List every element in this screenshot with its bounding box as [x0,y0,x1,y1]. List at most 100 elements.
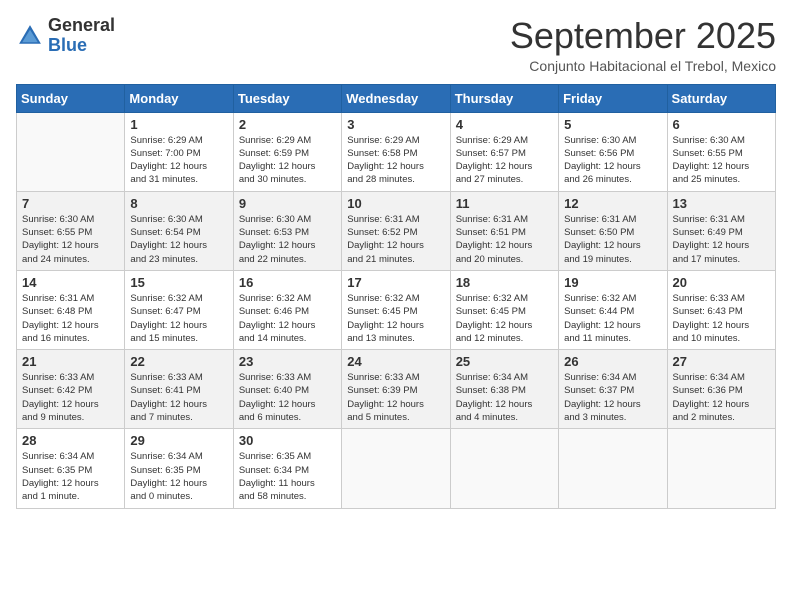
calendar-cell: 10 Sunrise: 6:31 AM Sunset: 6:52 PM Dayli… [342,191,450,270]
calendar-cell: 16Sunrise: 6:32 AM Sunset: 6:46 PM Dayli… [233,270,341,349]
day-number: 18 [456,275,553,290]
day-number: 5 [564,117,661,132]
calendar-cell: 30Sunrise: 6:35 AM Sunset: 6:34 PM Dayli… [233,429,341,508]
col-sunday: Sunday [17,84,125,112]
day-number: 28 [22,433,119,448]
day-number: 23 [239,354,336,369]
day-info: Sunrise: 6:32 AM Sunset: 6:44 PM Dayligh… [564,292,661,345]
day-number: 4 [456,117,553,132]
calendar-cell: 7 Sunrise: 6:30 AM Sunset: 6:55 PM Daylig… [17,191,125,270]
calendar-cell: 14 Sunrise: 6:31 AM Sunset: 6:48 PM Dayli… [17,270,125,349]
calendar-cell: 29 Sunrise: 6:34 AM Sunset: 6:35 PM Dayli… [125,429,233,508]
logo-icon [16,22,44,50]
day-number: 14 [22,275,119,290]
col-monday: Monday [125,84,233,112]
col-thursday: Thursday [450,84,558,112]
day-info: Sunrise: 6:30 AM Sunset: 6:55 PM Dayligh… [22,213,119,266]
calendar-cell: 12 Sunrise: 6:31 AM Sunset: 6:50 PM Dayli… [559,191,667,270]
calendar-cell: 21Sunrise: 6:33 AM Sunset: 6:42 PM Dayli… [17,350,125,429]
day-number: 8 [130,196,227,211]
day-number: 2 [239,117,336,132]
calendar-table: Sunday Monday Tuesday Wednesday Thursday… [16,84,776,509]
day-info: Sunrise: 6:34 AM Sunset: 6:38 PM Dayligh… [456,371,553,424]
day-info: Sunrise: 6:31 AM Sunset: 6:52 PM Dayligh… [347,213,444,266]
calendar-cell: 24 Sunrise: 6:33 AM Sunset: 6:39 PM Dayli… [342,350,450,429]
calendar-week-row: 14 Sunrise: 6:31 AM Sunset: 6:48 PM Dayli… [17,270,776,349]
day-info: Sunrise: 6:32 AM Sunset: 6:47 PM Dayligh… [130,292,227,345]
day-info: Sunrise: 6:33 AM Sunset: 6:42 PM Dayligh… [22,371,119,424]
calendar-week-row: 21Sunrise: 6:33 AM Sunset: 6:42 PM Dayli… [17,350,776,429]
day-number: 9 [239,196,336,211]
calendar-cell: 27 Sunrise: 6:34 AM Sunset: 6:36 PM Dayli… [667,350,775,429]
calendar-cell: 17Sunrise: 6:32 AM Sunset: 6:45 PM Dayli… [342,270,450,349]
calendar-cell: 18 Sunrise: 6:32 AM Sunset: 6:45 PM Dayli… [450,270,558,349]
calendar-cell: 15Sunrise: 6:32 AM Sunset: 6:47 PM Dayli… [125,270,233,349]
day-info: Sunrise: 6:34 AM Sunset: 6:37 PM Dayligh… [564,371,661,424]
day-number: 13 [673,196,770,211]
calendar-cell: 6 Sunrise: 6:30 AM Sunset: 6:55 PM Daylig… [667,112,775,191]
calendar-cell [450,429,558,508]
calendar-cell [17,112,125,191]
day-number: 20 [673,275,770,290]
col-saturday: Saturday [667,84,775,112]
day-info: Sunrise: 6:29 AM Sunset: 7:00 PM Dayligh… [130,134,227,187]
day-info: Sunrise: 6:29 AM Sunset: 6:57 PM Dayligh… [456,134,553,187]
calendar-cell: 1 Sunrise: 6:29 AM Sunset: 7:00 PM Daylig… [125,112,233,191]
day-number: 29 [130,433,227,448]
day-info: Sunrise: 6:34 AM Sunset: 6:35 PM Dayligh… [130,450,227,503]
calendar-cell [342,429,450,508]
day-info: Sunrise: 6:33 AM Sunset: 6:39 PM Dayligh… [347,371,444,424]
calendar-cell: 19Sunrise: 6:32 AM Sunset: 6:44 PM Dayli… [559,270,667,349]
logo-blue: Blue [48,36,115,56]
day-info: Sunrise: 6:29 AM Sunset: 6:58 PM Dayligh… [347,134,444,187]
month-title: September 2025 [510,16,776,56]
day-info: Sunrise: 6:31 AM Sunset: 6:48 PM Dayligh… [22,292,119,345]
day-number: 6 [673,117,770,132]
calendar-cell: 3 Sunrise: 6:29 AM Sunset: 6:58 PM Daylig… [342,112,450,191]
day-info: Sunrise: 6:29 AM Sunset: 6:59 PM Dayligh… [239,134,336,187]
day-info: Sunrise: 6:30 AM Sunset: 6:56 PM Dayligh… [564,134,661,187]
calendar-cell: 8 Sunrise: 6:30 AM Sunset: 6:54 PM Daylig… [125,191,233,270]
title-section: September 2025 Conjunto Habitacional el … [510,16,776,74]
logo-general: General [48,16,115,36]
day-info: Sunrise: 6:32 AM Sunset: 6:45 PM Dayligh… [456,292,553,345]
day-number: 30 [239,433,336,448]
logo: General Blue [16,16,115,56]
calendar-week-row: 7 Sunrise: 6:30 AM Sunset: 6:55 PM Daylig… [17,191,776,270]
day-number: 1 [130,117,227,132]
day-number: 11 [456,196,553,211]
calendar-cell: 13 Sunrise: 6:31 AM Sunset: 6:49 PM Dayli… [667,191,775,270]
calendar-cell [559,429,667,508]
day-info: Sunrise: 6:30 AM Sunset: 6:53 PM Dayligh… [239,213,336,266]
calendar-cell: 4 Sunrise: 6:29 AM Sunset: 6:57 PM Daylig… [450,112,558,191]
day-number: 12 [564,196,661,211]
day-number: 27 [673,354,770,369]
day-number: 7 [22,196,119,211]
location-subtitle: Conjunto Habitacional el Trebol, Mexico [510,58,776,74]
calendar-cell [667,429,775,508]
calendar-cell: 11Sunrise: 6:31 AM Sunset: 6:51 PM Dayli… [450,191,558,270]
calendar-cell: 26Sunrise: 6:34 AM Sunset: 6:37 PM Dayli… [559,350,667,429]
day-info: Sunrise: 6:34 AM Sunset: 6:35 PM Dayligh… [22,450,119,503]
calendar-cell: 5 Sunrise: 6:30 AM Sunset: 6:56 PM Daylig… [559,112,667,191]
day-number: 16 [239,275,336,290]
day-number: 22 [130,354,227,369]
calendar-cell: 23 Sunrise: 6:33 AM Sunset: 6:40 PM Dayli… [233,350,341,429]
day-info: Sunrise: 6:30 AM Sunset: 6:54 PM Dayligh… [130,213,227,266]
calendar-cell: 9 Sunrise: 6:30 AM Sunset: 6:53 PM Daylig… [233,191,341,270]
day-info: Sunrise: 6:33 AM Sunset: 6:43 PM Dayligh… [673,292,770,345]
day-info: Sunrise: 6:31 AM Sunset: 6:50 PM Dayligh… [564,213,661,266]
day-info: Sunrise: 6:33 AM Sunset: 6:40 PM Dayligh… [239,371,336,424]
day-info: Sunrise: 6:30 AM Sunset: 6:55 PM Dayligh… [673,134,770,187]
day-info: Sunrise: 6:31 AM Sunset: 6:49 PM Dayligh… [673,213,770,266]
page-header: General Blue September 2025 Conjunto Hab… [16,16,776,74]
day-number: 24 [347,354,444,369]
calendar-cell: 20 Sunrise: 6:33 AM Sunset: 6:43 PM Dayli… [667,270,775,349]
day-number: 17 [347,275,444,290]
day-number: 10 [347,196,444,211]
calendar-cell: 25Sunrise: 6:34 AM Sunset: 6:38 PM Dayli… [450,350,558,429]
day-number: 3 [347,117,444,132]
col-wednesday: Wednesday [342,84,450,112]
day-info: Sunrise: 6:34 AM Sunset: 6:36 PM Dayligh… [673,371,770,424]
calendar-header-row: Sunday Monday Tuesday Wednesday Thursday… [17,84,776,112]
